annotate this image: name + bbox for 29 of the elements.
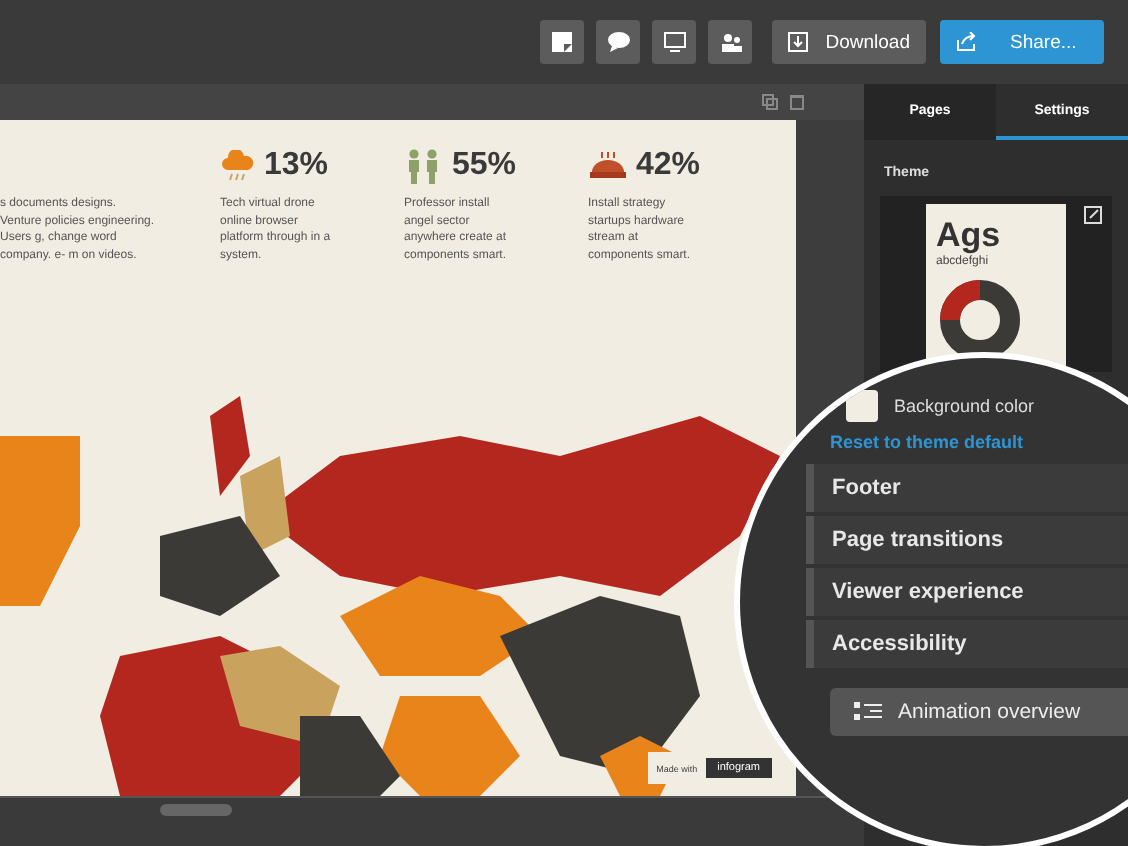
share-users-button[interactable]: [708, 20, 752, 64]
share-icon: [956, 32, 976, 52]
cloud-rain-icon: [220, 150, 256, 182]
theme-title: Ags: [936, 216, 1003, 255]
monitor-icon: [663, 32, 685, 52]
background-color-label: Background color: [894, 396, 1035, 416]
pie-icon: [588, 150, 628, 182]
note-icon: [552, 32, 572, 52]
scroll-handle[interactable]: [160, 804, 232, 816]
edit-icon[interactable]: [1084, 206, 1102, 224]
download-button[interactable]: Download: [772, 20, 926, 64]
animation-overview-button[interactable]: Animation overview: [830, 688, 1128, 736]
color-swatch[interactable]: [846, 390, 878, 422]
settings-section[interactable]: Footer: [806, 464, 1128, 512]
copy-icon[interactable]: [762, 94, 778, 110]
comment-button[interactable]: [596, 20, 640, 64]
users-icon: [719, 32, 741, 52]
note-button[interactable]: [540, 20, 584, 64]
settings-section[interactable]: Viewer experience: [806, 568, 1128, 616]
settings-section[interactable]: Page transitions: [806, 516, 1128, 564]
speech-bubble-icon: [607, 32, 629, 52]
reset-link[interactable]: Reset to theme default: [830, 432, 1128, 452]
download-icon: [788, 32, 808, 52]
list-icon: [854, 702, 882, 722]
settings-section[interactable]: Accessibility: [806, 620, 1128, 668]
stat-value: 55%: [452, 148, 517, 184]
stat-value: 13%: [264, 148, 329, 184]
present-button[interactable]: [652, 20, 696, 64]
stat-value: 42%: [636, 148, 701, 184]
